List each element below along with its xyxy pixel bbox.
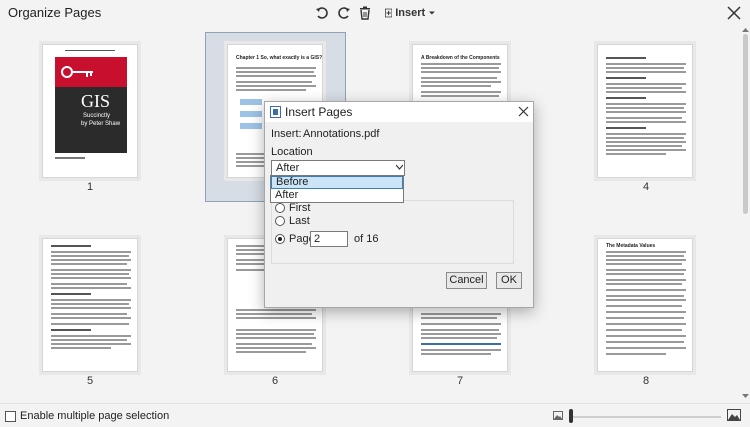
radio-last-label[interactable]: Last xyxy=(289,215,310,227)
page-number-input[interactable]: 2 xyxy=(310,231,348,247)
dialog-titlebar: Insert Pages xyxy=(265,102,533,122)
book-cover: GIS Succinctly by Peter Shaw xyxy=(55,57,127,153)
multi-select-checkbox[interactable] xyxy=(5,411,16,422)
cover-subtitle: Succinctly xyxy=(83,113,111,119)
radio-last[interactable] xyxy=(275,216,285,226)
insert-icon xyxy=(385,8,393,18)
insert-file-label: Insert: xyxy=(271,128,302,140)
cover-author: by Peter Shaw xyxy=(81,121,121,127)
radio-page[interactable] xyxy=(275,234,285,244)
page-total-label: of 16 xyxy=(354,233,379,245)
insert-pages-dialog: Insert Pages Insert: Annotations.pdf Loc… xyxy=(264,101,534,308)
vertical-scrollbar[interactable] xyxy=(741,26,750,400)
chevron-down-icon xyxy=(396,164,403,170)
rotate-left-icon[interactable] xyxy=(314,3,330,23)
close-icon[interactable] xyxy=(726,5,742,21)
zoom-slider-track[interactable] xyxy=(571,416,721,418)
radio-first-label[interactable]: First xyxy=(289,202,310,214)
zoom-in-image-icon[interactable] xyxy=(727,409,741,421)
location-select[interactable]: After xyxy=(271,160,405,176)
page-number: 7 xyxy=(456,375,464,387)
cover-title: GIS xyxy=(81,91,111,111)
page-thumbnail-1[interactable]: GIS Succinctly by Peter Shaw xyxy=(42,44,138,178)
page-number: 6 xyxy=(271,375,279,387)
location-dropdown-list: Before After xyxy=(270,175,404,203)
zoom-slider-thumb[interactable] xyxy=(569,409,573,423)
page-thumbnail-8[interactable]: The Metadata Values xyxy=(597,238,693,372)
page-heading: The Metadata Values xyxy=(606,243,656,249)
location-option-before[interactable]: Before xyxy=(271,176,403,189)
scroll-thumb[interactable] xyxy=(743,34,748,214)
location-option-after[interactable]: After xyxy=(271,189,403,202)
page-number: 8 xyxy=(642,375,650,387)
radio-first[interactable] xyxy=(275,203,285,213)
rotate-right-icon[interactable] xyxy=(336,3,352,23)
document-icon xyxy=(270,106,281,118)
page-number: 1 xyxy=(86,181,94,193)
delete-icon[interactable] xyxy=(358,3,372,23)
page-heading: A Breakdown of the Components xyxy=(421,55,500,61)
page-thumbnail-4[interactable] xyxy=(597,44,693,178)
footer-bar: Enable multiple page selection xyxy=(0,403,750,427)
diagram-figure xyxy=(240,99,264,139)
window-title: Organize Pages xyxy=(8,5,102,20)
dialog-close-icon[interactable] xyxy=(518,106,529,117)
page-number: 5 xyxy=(86,375,94,387)
cancel-button[interactable]: Cancel xyxy=(446,272,487,289)
scroll-down-icon[interactable] xyxy=(742,393,749,399)
ok-button[interactable]: OK xyxy=(496,272,522,289)
location-label: Location xyxy=(271,146,313,158)
insert-button[interactable]: Insert xyxy=(385,3,435,23)
page-number: 4 xyxy=(642,181,650,193)
scroll-up-icon[interactable] xyxy=(742,27,749,33)
insert-label: Insert xyxy=(395,7,426,19)
chevron-down-icon xyxy=(429,11,435,15)
toolbar: Organize Pages Insert xyxy=(0,0,750,26)
zoom-out-image-icon[interactable] xyxy=(553,411,563,420)
dialog-title: Insert Pages xyxy=(285,105,353,119)
multi-select-label[interactable]: Enable multiple page selection xyxy=(20,410,169,422)
insert-file-name: Annotations.pdf xyxy=(303,128,380,140)
page-heading: Chapter 1 So, what exactly is a GIS? xyxy=(236,55,323,61)
key-icon xyxy=(61,66,93,78)
location-select-value: After xyxy=(276,162,300,174)
page-thumbnail-5[interactable] xyxy=(42,238,138,372)
